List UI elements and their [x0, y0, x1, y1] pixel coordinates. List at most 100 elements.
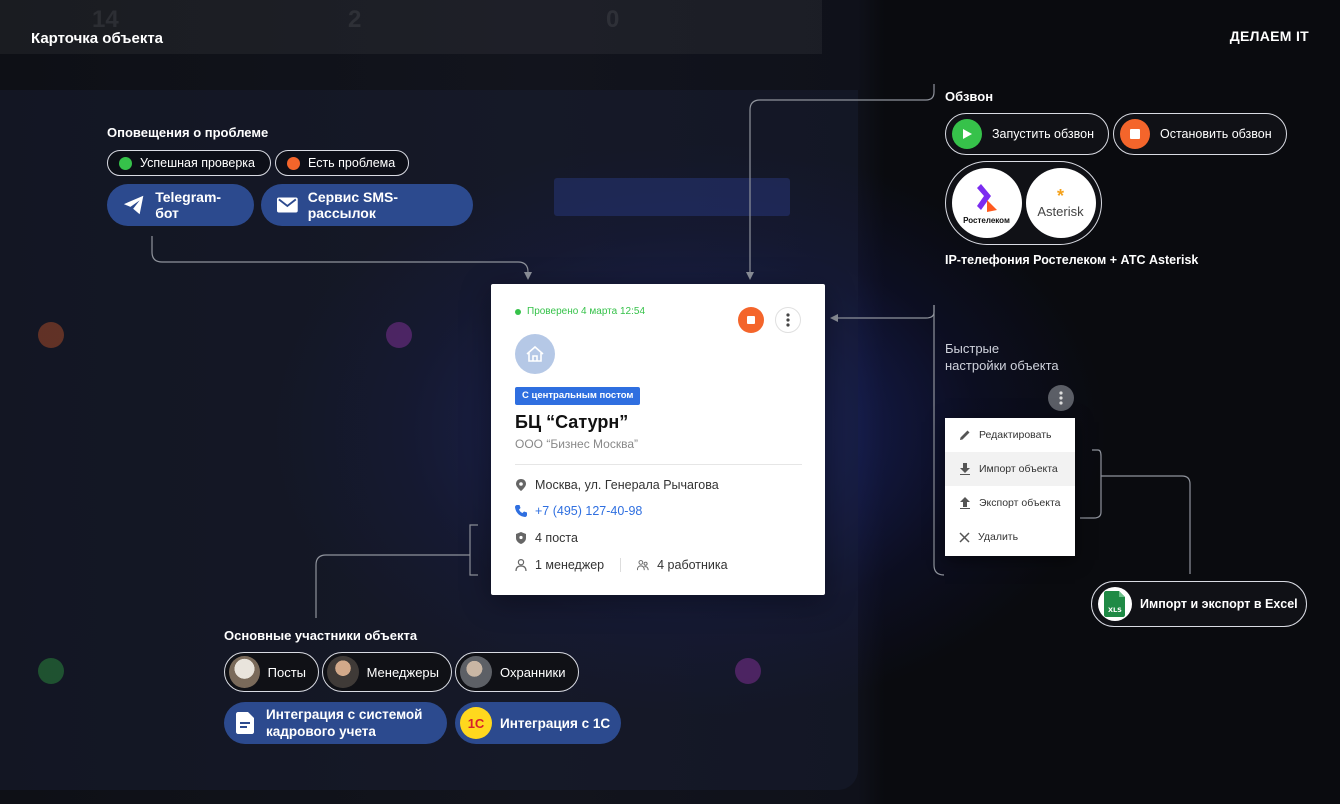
- more-vertical-icon: [1059, 391, 1063, 405]
- quick-settings-label-line1: Быстрые: [945, 341, 1000, 356]
- menu-item-edit[interactable]: Редактировать: [945, 418, 1075, 452]
- phone-link[interactable]: +7 (495) 127-40-98: [535, 504, 642, 518]
- check-dot-icon: [515, 308, 521, 315]
- divider: [515, 464, 802, 465]
- bg-dot: [735, 658, 761, 684]
- managers-text: 1 менеджер: [535, 558, 605, 572]
- member-guards-pill: Охранники: [455, 652, 579, 692]
- managers-avatar: [327, 656, 359, 688]
- object-name: БЦ “Сатурн”: [515, 412, 629, 432]
- sms-service-label: Сервис SMS-рассылок: [307, 189, 399, 221]
- mail-icon: [277, 197, 298, 213]
- stop-icon: [747, 316, 755, 324]
- brand-logo: ДЕЛАЕМ IT: [1229, 28, 1309, 44]
- telegram-bot-button[interactable]: Telegram-бот: [107, 184, 254, 226]
- bg-stat-3: 0: [606, 6, 620, 33]
- participants-label: Основные участники объекта: [224, 628, 418, 643]
- quick-settings-menu: Редактировать Импорт объекта Экспорт объ…: [945, 418, 1075, 556]
- member-posts-pill: Посты: [224, 652, 319, 692]
- building-avatar: [515, 334, 555, 374]
- bg-dot: [386, 322, 412, 348]
- person-icon: [515, 559, 527, 571]
- bg-dot: [38, 322, 64, 348]
- document-icon: [236, 712, 254, 734]
- play-icon: [952, 119, 982, 149]
- menu-item-label: Экспорт объекта: [979, 497, 1061, 509]
- telephony-caption: IP-телефония Ростелеком + АТС Asterisk: [945, 253, 1199, 267]
- asterisk-logo: * Asterisk: [1025, 168, 1096, 238]
- member-posts-label: Посты: [267, 664, 306, 680]
- hr-integration-line2: кадрового учета: [266, 724, 376, 739]
- start-calling-button[interactable]: Запустить обзвон: [945, 113, 1109, 155]
- stop-icon: [1120, 119, 1150, 149]
- bg-dot: [38, 658, 64, 684]
- telegram-icon: [123, 195, 144, 215]
- download-icon: [960, 463, 970, 475]
- workers-text: 4 работника: [657, 558, 728, 572]
- address-text: Москва, ул. Генерала Рычагова: [535, 478, 719, 492]
- check-status: Проверено 4 марта 12:54: [515, 306, 645, 317]
- status-problem-pill: Есть проблема: [275, 150, 409, 176]
- notifications-label: Оповещения о проблеме: [107, 125, 269, 140]
- telegram-bot-label: Telegram-бот: [155, 189, 222, 221]
- posts-row: 4 поста: [515, 531, 578, 545]
- card-stop-button[interactable]: [738, 307, 764, 333]
- menu-item-export[interactable]: Экспорт объекта: [945, 486, 1075, 520]
- quick-settings-more-button[interactable]: [1048, 385, 1074, 411]
- svg-text:XLS: XLS: [1108, 606, 1122, 614]
- pencil-icon: [960, 430, 970, 440]
- quick-settings-label-line2: настройки объекта: [945, 358, 1059, 373]
- more-vertical-icon: [786, 313, 790, 327]
- 1c-logo-icon: 1С: [460, 707, 492, 739]
- menu-item-import[interactable]: Импорт объекта: [945, 452, 1075, 486]
- member-guards-label: Охранники: [500, 664, 566, 680]
- upload-icon: [960, 497, 970, 509]
- orange-dot-icon: [287, 156, 300, 170]
- object-org: ООО “Бизнес Москва”: [515, 437, 639, 451]
- object-card: Проверено 4 марта 12:54 С центральным по…: [491, 284, 825, 595]
- sms-service-button[interactable]: Сервис SMS-рассылок: [261, 184, 473, 226]
- rostelecom-logo: Ростелеком: [951, 168, 1022, 238]
- guards-avatar: [460, 656, 492, 688]
- card-more-button[interactable]: [775, 307, 801, 333]
- bg-button: [554, 178, 790, 216]
- status-success-label: Успешная проверка: [140, 156, 255, 170]
- 1c-integration-button[interactable]: 1С Интеграция с 1С: [455, 702, 621, 744]
- phone-icon: [515, 505, 527, 517]
- hr-integration-button[interactable]: Интеграция с системой кадрового учета: [224, 702, 447, 744]
- menu-item-delete[interactable]: Удалить: [945, 520, 1075, 554]
- member-managers-label: Менеджеры: [366, 664, 439, 680]
- excel-label: Импорт и экспорт в Excel: [1140, 597, 1298, 611]
- telephony-logos: Ростелеком * Asterisk: [945, 161, 1102, 245]
- phone-row[interactable]: +7 (495) 127-40-98: [515, 504, 642, 518]
- quick-settings-label: Быстрые настройки объекта: [945, 340, 1059, 374]
- menu-item-label: Редактировать: [979, 429, 1052, 441]
- menu-item-label: Удалить: [978, 531, 1019, 543]
- excel-import-export-badge: XLS Импорт и экспорт в Excel: [1091, 581, 1307, 627]
- bg-stat-2: 2: [348, 6, 362, 33]
- hr-integration-label: Интеграция с системой кадрового учета: [266, 706, 422, 740]
- member-managers-pill: Менеджеры: [322, 652, 452, 692]
- calling-label: Обзвон: [945, 89, 994, 104]
- status-problem-label: Есть проблема: [308, 156, 396, 170]
- posts-avatar: [229, 656, 260, 688]
- check-status-text: Проверено 4 марта 12:54: [527, 306, 646, 317]
- shield-icon: [515, 532, 527, 544]
- page-title: Карточка объекта: [31, 30, 164, 47]
- people-icon: [637, 559, 649, 571]
- green-dot-icon: [119, 156, 132, 170]
- posts-text: 4 поста: [535, 531, 578, 545]
- object-tag: С центральным постом: [515, 387, 641, 405]
- close-icon: [959, 531, 970, 543]
- status-success-pill: Успешная проверка: [107, 150, 271, 176]
- stop-calling-label: Остановить обзвон: [1160, 127, 1272, 141]
- start-calling-label: Запустить обзвон: [992, 127, 1094, 141]
- hr-integration-line1: Интеграция с системой: [266, 707, 423, 722]
- 1c-integration-label: Интеграция с 1С: [500, 715, 611, 731]
- location-pin-icon: [515, 479, 527, 491]
- rostelecom-icon: [976, 183, 997, 212]
- address-row: Москва, ул. Генерала Рычагова: [515, 478, 719, 492]
- stop-calling-button[interactable]: Остановить обзвон: [1113, 113, 1287, 155]
- row-separator: [620, 558, 622, 572]
- excel-icon: XLS: [1098, 587, 1132, 621]
